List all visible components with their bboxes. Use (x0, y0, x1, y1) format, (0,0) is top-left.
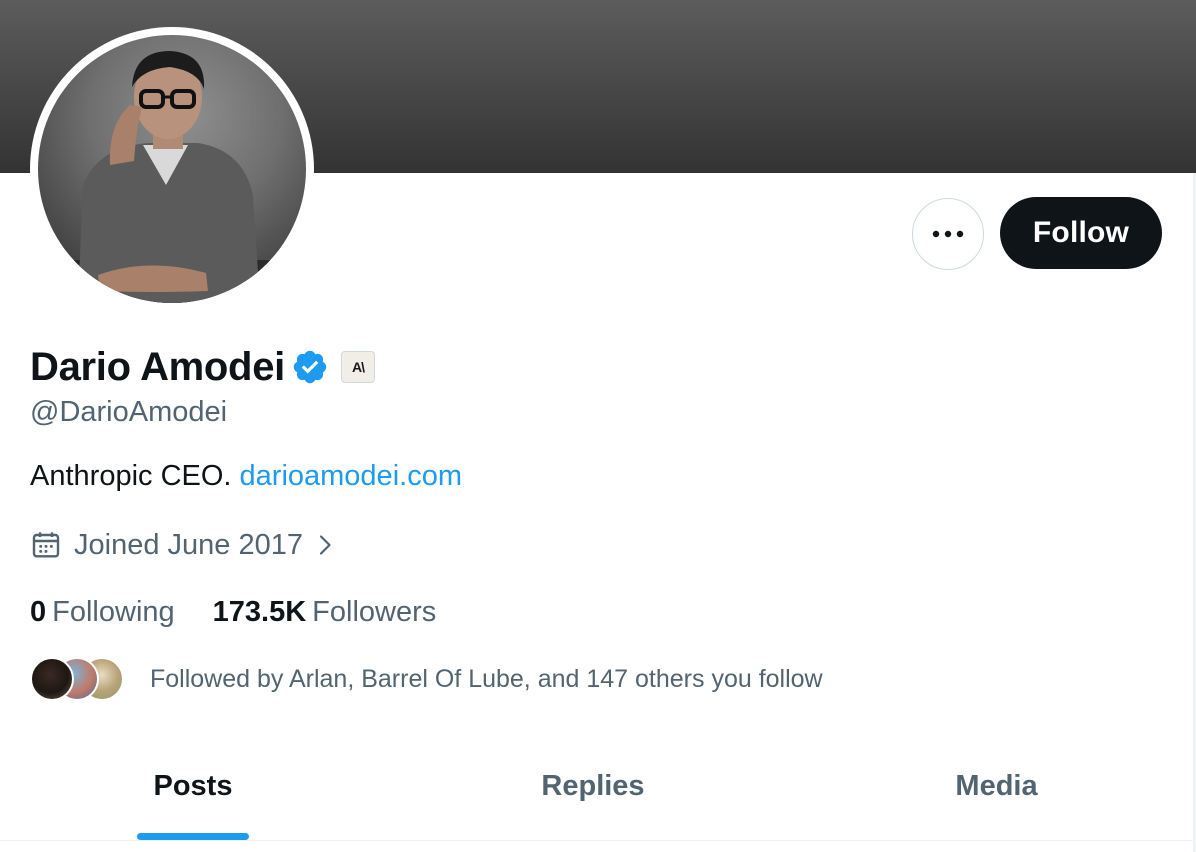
tab-label: Replies (541, 770, 645, 802)
follower-avatar (30, 657, 74, 701)
follow-stats: 0 Following 173.5K Followers (30, 592, 436, 632)
avatar-portrait (38, 51, 306, 303)
calendar-icon (32, 532, 60, 558)
profile-name-row: Dario Amodei A\ (30, 342, 375, 392)
active-tab-indicator (137, 833, 249, 840)
tab-label: Posts (153, 770, 233, 802)
tabs-divider (0, 840, 1193, 841)
followed-by-text: Followed by Arlan, Barrel Of Lube, and 1… (150, 664, 823, 693)
tab-label: Media (955, 770, 1038, 802)
profile-tabs: Posts Replies Media (0, 742, 1193, 842)
followers-count: 173.5K (212, 595, 307, 628)
followed-by-avatars (30, 655, 130, 703)
following-link[interactable]: 0 Following (30, 596, 175, 629)
verified-badge-icon[interactable] (291, 348, 329, 386)
ellipsis-icon (932, 230, 964, 238)
profile-bio: Anthropic CEO. darioamodei.com (30, 460, 462, 493)
followed-by-row[interactable]: Followed by Arlan, Barrel Of Lube, and 1… (30, 655, 823, 703)
joined-date: Joined June 2017 (74, 528, 303, 561)
display-name: Dario Amodei (30, 344, 285, 389)
tab-media[interactable]: Media (800, 742, 1193, 842)
follow-button[interactable]: Follow (1000, 197, 1162, 269)
bio-website-link[interactable]: darioamodei.com (240, 460, 462, 492)
following-count: 0 (30, 595, 47, 628)
affiliate-badge[interactable]: A\ (340, 351, 375, 383)
profile-handle: @DarioAmodei (30, 396, 228, 428)
profile-avatar[interactable] (38, 35, 306, 303)
chevron-right-icon (319, 535, 331, 555)
bio-text: Anthropic CEO. (30, 460, 240, 492)
followers-link[interactable]: 173.5K Followers (213, 596, 437, 629)
tab-posts[interactable]: Posts (0, 742, 386, 842)
joined-date-row[interactable]: Joined June 2017 (30, 525, 337, 565)
followers-label: Followers (312, 595, 437, 628)
tab-replies[interactable]: Replies (386, 742, 800, 842)
following-label: Following (52, 595, 175, 628)
more-options-button[interactable] (912, 198, 984, 270)
profile-avatar-ring (30, 27, 314, 311)
